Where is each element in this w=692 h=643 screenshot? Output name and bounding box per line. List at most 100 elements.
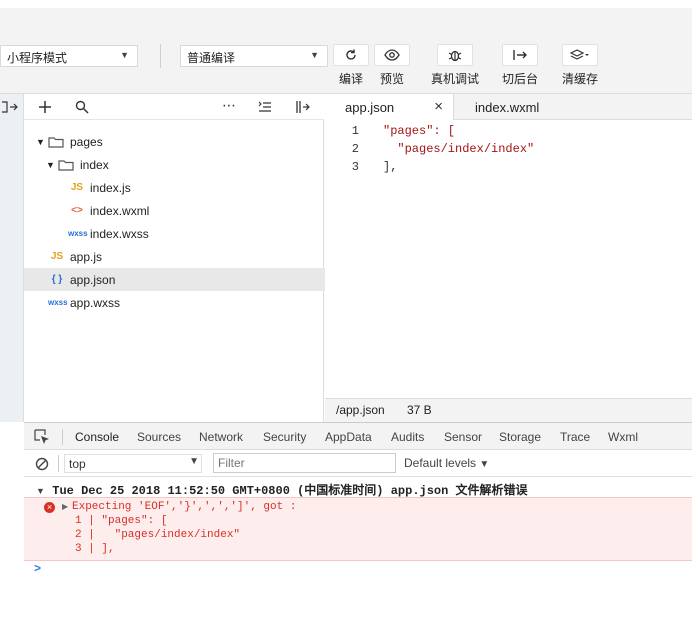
compile-button[interactable] [333,44,369,66]
tab-index-wxml[interactable]: index.wxml [475,94,595,120]
chevron-down-icon: ▼ [120,50,129,60]
error-icon: × [44,502,55,513]
devtools-tab-network[interactable]: Network [199,423,243,451]
wxml-file-icon: <> [71,205,83,216]
code-line: "pages": [ [383,124,456,138]
tree-item-index-wxml[interactable]: <> index.wxml [24,199,368,222]
inspect-element-icon[interactable] [34,429,50,445]
line-number: 3 [351,160,359,174]
preview-label: 预览 [379,72,404,86]
tree-item-app-wxss[interactable]: wxss app.wxss [24,291,348,314]
tree-item-label: index.wxss [90,226,149,241]
tree-item-label: index.js [90,180,131,195]
file-tree-toolbar: ⋯ [24,94,324,120]
json-file-icon: { } [51,274,63,285]
panel-toggle-icon[interactable] [0,100,20,114]
toolbar-divider [160,44,161,68]
clear-console-icon[interactable] [35,457,49,471]
devtools-tabs: Console Sources Network Security AppData… [24,422,692,453]
add-icon[interactable] [38,100,52,114]
remote-debug-label: 真机调试 [430,72,479,86]
editor-tabs: app.json × index.wxml [325,94,692,121]
split-panel-icon[interactable] [294,100,310,114]
remote-debug-button[interactable] [437,44,473,66]
context-select[interactable]: top ▼ [64,454,202,473]
tree-item-label: app.json [70,272,116,287]
search-icon[interactable] [75,100,89,114]
tree-item-pages[interactable]: ▼ pages [24,130,336,153]
folder-icon [48,136,64,148]
devtools-tab-security[interactable]: Security [263,423,306,451]
tree-item-index-wxss[interactable]: wxss index.wxss [24,222,368,245]
filter-input[interactable] [213,453,396,473]
tree-item-index-folder[interactable]: ▼ index [24,153,346,176]
tab-label: app.json [345,100,395,115]
clear-cache-label: 清缓存 [561,72,598,86]
compile-select[interactable]: 普通编译 ▼ [180,45,328,67]
wxss-file-icon: wxss [68,229,88,238]
js-file-icon: JS [70,182,84,193]
layers-icon [570,49,589,60]
tree-item-app-js[interactable]: JS app.js [24,245,348,268]
log-levels-select[interactable]: Default levels ▼ [404,456,489,470]
file-tree: ▼ pages ▼ index JS index.js <> index.wxm… [24,120,348,422]
tree-item-label: pages [70,134,103,149]
devtools-tab-wxml[interactable]: Wxml [608,423,638,451]
devtools-tab-trace[interactable]: Trace [560,423,590,451]
code-line: ], [383,160,398,174]
tree-item-label: index [80,157,109,172]
console-error-entry: × ▶ Expecting 'EOF','}',',',']', got : 1… [24,497,692,561]
simulator-edge [0,94,24,422]
caret-down-icon: ▼ [36,136,45,147]
refresh-icon [346,49,356,60]
filter-divider [58,455,59,472]
chevron-down-icon: ▼ [479,459,490,470]
console-group-header[interactable]: ▼ Tue Dec 25 2018 11:52:50 GMT+0800 (中国标… [36,481,528,498]
mode-select[interactable]: 小程序模式 ▼ [0,45,138,67]
error-message: Expecting 'EOF','}',',',']', got : [72,501,297,513]
more-icon[interactable]: ⋯ [222,97,236,114]
eye-icon [384,49,400,61]
chevron-down-icon: ▼ [310,50,319,60]
tab-label: index.wxml [475,99,540,115]
tree-item-label: index.wxml [90,203,150,218]
code-line: "pages/index/index" [383,142,535,156]
tab-app-json[interactable]: app.json × [325,94,454,121]
line-number: 2 [351,142,359,156]
devtools-tab-console[interactable]: Console [75,423,120,453]
context-value: top [69,457,86,471]
devtools-tab-appdata[interactable]: AppData [325,423,372,451]
error-code-line: 2 | "pages/index/index" [75,529,241,541]
devtools-tab-sources[interactable]: Sources [137,423,181,451]
console-filter-bar: top ▼ Default levels ▼ [24,450,692,477]
console-prompt[interactable]: > [34,561,41,575]
tree-item-label: app.js [70,249,103,264]
window-top-strip [0,0,692,8]
wxss-file-icon: wxss [48,298,68,307]
collapse-all-icon[interactable] [258,101,272,113]
tree-item-app-json[interactable]: { } app.json [24,268,348,291]
switch-background-button[interactable] [502,44,538,66]
clear-cache-button[interactable] [562,44,598,66]
close-icon[interactable]: × [434,98,443,115]
mode-select-value: 小程序模式 [7,51,68,65]
caret-right-icon[interactable]: ▶ [62,502,68,511]
devtools-tab-audits[interactable]: Audits [391,423,424,451]
chevron-down-icon: ▼ [189,456,199,467]
caret-down-icon: ▼ [36,486,45,496]
compile-select-value: 普通编译 [187,51,236,65]
preview-button[interactable] [374,44,410,66]
tree-item-index-js[interactable]: JS index.js [24,176,368,199]
switch-background-label: 切后台 [501,72,538,86]
code-editor[interactable]: 1 "pages": [ 2 "pages/index/index" 3 ], [325,120,692,398]
devtools-tab-sensor[interactable]: Sensor [444,423,482,451]
error-code-line: 1 | "pages": [ [75,515,168,527]
devtools-tab-storage[interactable]: Storage [499,423,541,451]
bug-icon [448,50,462,62]
editor-status-bar: /app.json 37 B [325,398,692,422]
log-levels-value: Default levels [404,456,477,470]
caret-down-icon: ▼ [46,159,55,170]
console-output: ▼ Tue Dec 25 2018 11:52:50 GMT+0800 (中国标… [24,477,692,643]
js-file-icon: JS [50,251,64,262]
file-path: /app.json [336,403,385,417]
